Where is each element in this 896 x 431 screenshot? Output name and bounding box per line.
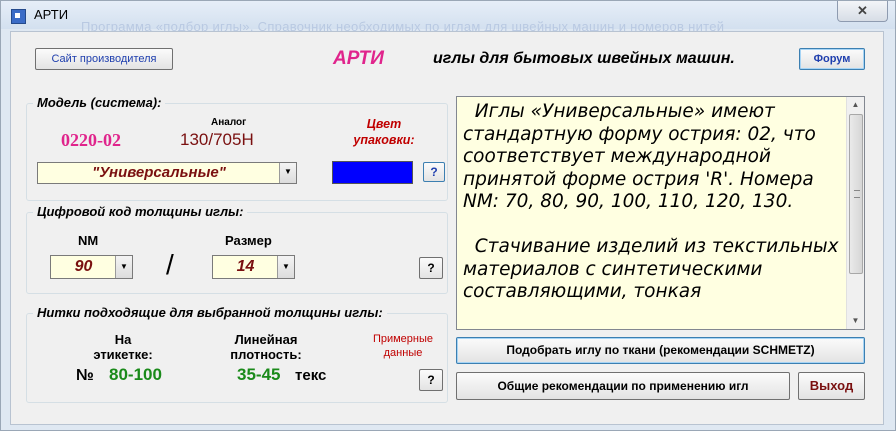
threads-help-button[interactable]: ? [419,369,443,391]
window-title: АРТИ [34,7,69,22]
select-needle-by-fabric-button[interactable]: Подобрать иглу по ткани (рекомендации SC… [456,337,865,364]
nm-value: 90 [74,258,93,275]
exit-button[interactable]: Выход [798,372,865,400]
description-text: Иглы «Универсальные» имеют стандартную ф… [463,101,839,302]
main-panel: Сайт производителя АРТИ иглы для бытовых… [10,31,884,425]
grip-icon [854,190,860,198]
model-group-legend: Модель (система): [33,95,166,110]
thickness-group-legend: Цифровой код толщины иглы: [33,204,248,219]
approximate-data-note: Примерные данные [372,333,434,359]
model-group: Модель (система): 0220-02 Аналог 130/705… [26,95,448,201]
package-color-label: Цвет упаковки: [353,117,415,147]
analog-label: Аналог [211,117,247,128]
title-bar[interactable]: АРТИ Программа «подбор иглы». Справочник… [1,1,895,34]
app-icon[interactable] [11,9,26,24]
nm-size-separator: / [166,249,174,280]
thickness-group: Цифровой код толщины иглы: NM 90 ▼ / Раз… [26,204,448,294]
description-scrollbar[interactable]: ▲ ▼ [846,97,864,329]
scroll-thumb[interactable] [849,114,863,274]
brand-title: АРТИ [333,48,384,69]
model-help-button[interactable]: ? [423,162,445,182]
tagline: иглы для бытовых швейных машин. [433,50,735,67]
thread-number-value: 80-100 [109,365,162,384]
manufacturer-site-button[interactable]: Сайт производителя [35,48,173,70]
threads-group: Нитки подходящие для выбранной толщины и… [26,305,448,403]
needle-type-select[interactable]: "Универсальные" ▼ [37,162,297,184]
close-icon[interactable]: ✕ [837,1,888,22]
general-recommendations-button[interactable]: Общие рекомендации по применению игл [456,372,790,400]
nm-select[interactable]: 90 ▼ [50,255,133,279]
analog-value: 130/705H [180,130,254,149]
package-color-swatch [332,161,413,184]
app-window: АРТИ Программа «подбор иглы». Справочник… [0,0,896,431]
threads-group-legend: Нитки подходящие для выбранной толщины и… [33,305,387,320]
size-label: Размер [225,233,272,248]
scroll-down-icon[interactable]: ▼ [847,313,864,329]
nm-label: NM [78,233,99,248]
label-on-tag: На этикетке: [93,332,153,362]
chevron-down-icon[interactable]: ▼ [115,256,132,278]
number-sign: № [76,367,94,384]
scroll-up-icon[interactable]: ▲ [847,97,864,113]
density-unit: текс [295,367,327,384]
chevron-down-icon[interactable]: ▼ [279,163,296,183]
forum-button[interactable]: Форум [799,48,865,70]
chevron-down-icon[interactable]: ▼ [277,256,294,278]
linear-density-label: Линейная плотность: [230,332,302,362]
model-code: 0220-02 [61,130,121,150]
size-select[interactable]: 14 ▼ [212,255,295,279]
linear-density-value: 35-45 [237,365,281,384]
needle-description[interactable]: Иглы «Универсальные» имеют стандартную ф… [456,96,865,330]
size-value: 14 [236,258,255,275]
needle-type-value: "Универсальные" [92,164,226,181]
thickness-help-button[interactable]: ? [419,257,443,279]
